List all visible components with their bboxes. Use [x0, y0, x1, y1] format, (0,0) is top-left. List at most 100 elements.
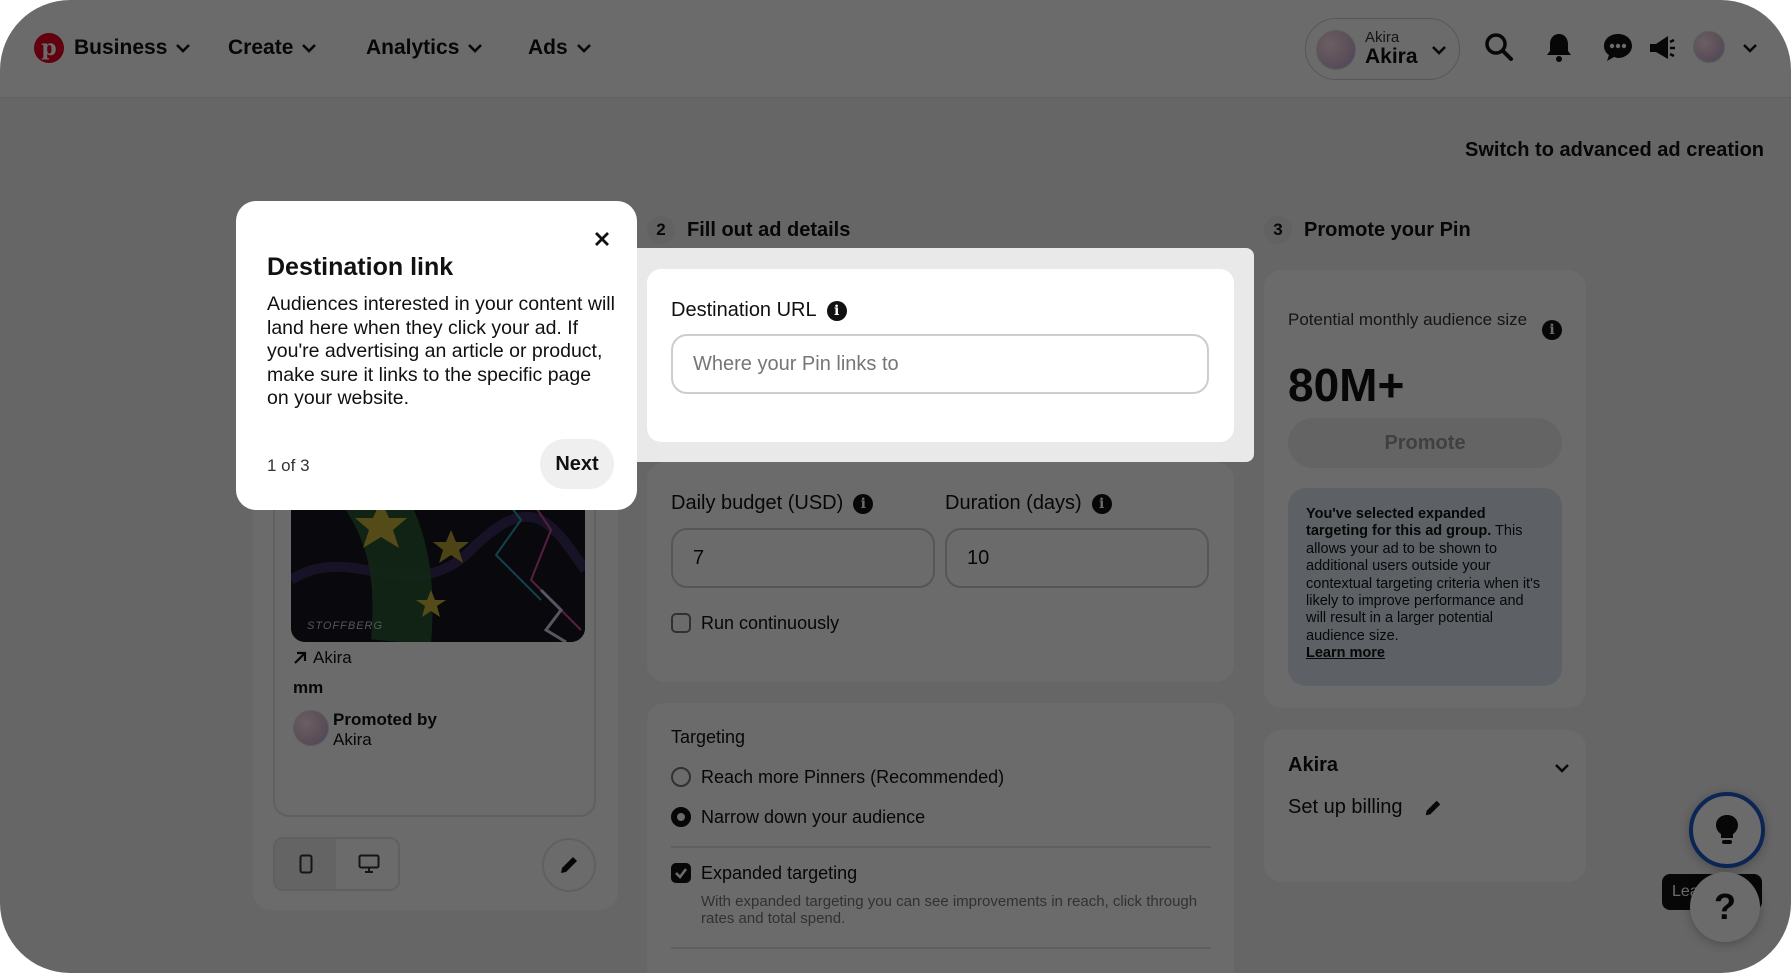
duration-input[interactable]: 10	[945, 528, 1209, 588]
chevron-down-icon	[302, 44, 317, 53]
account-name-small: Akira	[1365, 29, 1400, 46]
close-icon	[595, 232, 609, 246]
billing-account-name: Akira	[1288, 754, 1339, 776]
pinterest-logo-icon[interactable]: p	[34, 33, 64, 63]
run-continuously-checkbox[interactable]	[671, 613, 691, 633]
pencil-icon	[561, 857, 577, 873]
top-nav: p Business Create Analytics Ads Akira Ak…	[0, 0, 1791, 98]
next-button[interactable]: Next	[540, 439, 614, 489]
expanded-targeting-label: Expanded targeting	[701, 863, 858, 883]
run-continuously-label: Run continuously	[701, 613, 840, 633]
budget-card: Daily budget (USD) i 7 Duration (days) i…	[647, 462, 1234, 682]
avatar	[1316, 30, 1356, 70]
popover-step-counter: 1 of 3	[267, 456, 310, 475]
setup-billing-label: Set up billing	[1288, 796, 1403, 818]
expanded-targeting-help: With expanded targeting you can see impr…	[701, 893, 1198, 927]
targeting-card: Targeting Reach more Pinners (Recommende…	[647, 703, 1234, 973]
profile-avatar[interactable]	[1693, 31, 1725, 63]
pencil-icon	[1425, 800, 1440, 815]
info-icon[interactable]: i	[1542, 320, 1562, 340]
device-toggle	[273, 837, 400, 891]
setup-billing[interactable]: Set up billing	[1288, 796, 1443, 819]
notice-text: This allows your ad to be shown to addit…	[1306, 523, 1541, 644]
chevron-down-icon[interactable]	[1554, 760, 1570, 776]
bell-icon[interactable]	[1542, 30, 1576, 64]
step-title: Promote your Pin	[1304, 218, 1471, 241]
nav-business-menu[interactable]: Business	[74, 36, 191, 60]
info-icon[interactable]: i	[826, 300, 847, 321]
app-window: p Business Create Analytics Ads Akira Ak…	[0, 0, 1791, 973]
chevron-down-icon[interactable]	[1742, 40, 1758, 56]
budget-input[interactable]: 7	[671, 528, 935, 588]
info-icon[interactable]: i	[1091, 493, 1112, 514]
nav-ads-menu[interactable]: Ads	[528, 36, 592, 60]
audience-size-value: 80M+	[1288, 359, 1405, 411]
chevron-down-icon	[1432, 46, 1446, 55]
popover-title: Destination link	[267, 253, 454, 281]
tips-button[interactable]	[1689, 792, 1765, 868]
step-3-heading: 3 Promote your Pin	[1264, 216, 1471, 244]
account-switcher[interactable]: Akira Akira	[1305, 18, 1460, 80]
notice-bold: You've selected expanded targeting for t…	[1306, 506, 1492, 540]
reach-more-radio[interactable]	[671, 767, 691, 787]
edit-pin-button[interactable]	[542, 838, 596, 892]
audience-card: Potential monthly audience size i 80M+ P…	[1264, 270, 1586, 708]
step-number: 3	[1264, 216, 1292, 244]
budget-label-text: Daily budget (USD)	[671, 492, 844, 514]
destination-url-card: Destination URL i Where your Pin links t…	[647, 269, 1234, 442]
nav-ads-label: Ads	[528, 36, 568, 59]
step-title: Fill out ad details	[687, 218, 851, 241]
nav-analytics-menu[interactable]: Analytics	[366, 36, 483, 60]
popover-body: Audiences interested in your content wil…	[267, 293, 615, 410]
desktop-view-button[interactable]	[338, 839, 398, 889]
destination-url-input[interactable]: Where your Pin links to	[671, 334, 1209, 394]
desktop-icon	[358, 854, 379, 873]
expanded-targeting-notice: You've selected expanded targeting for t…	[1288, 488, 1562, 686]
promote-button[interactable]: Promote	[1288, 418, 1562, 468]
audience-size-label: Potential monthly audience size	[1288, 310, 1528, 329]
budget-label: Daily budget (USD) i	[671, 492, 874, 515]
mobile-view-button[interactable]	[275, 839, 336, 889]
divider	[671, 846, 1211, 848]
onboarding-popover: Destination link Audiences interested in…	[236, 201, 637, 510]
check-icon	[675, 868, 688, 879]
promoted-by-label: Promoted by	[333, 710, 437, 729]
phone-icon	[299, 854, 312, 874]
close-button[interactable]	[588, 225, 616, 253]
pin-destination-link[interactable]: Akira	[293, 648, 352, 668]
narrow-audience-radio[interactable]	[671, 807, 691, 827]
help-button[interactable]: ?	[1690, 872, 1760, 942]
divider	[671, 947, 1211, 949]
chevron-down-icon	[468, 44, 483, 53]
info-icon[interactable]: i	[853, 493, 874, 514]
destination-url-label: Destination URL i	[671, 299, 847, 322]
promoted-by: Promoted by Akira	[333, 710, 437, 750]
arrow-up-right-icon	[294, 651, 307, 664]
chevron-down-icon	[176, 44, 191, 53]
watermark: STOFFBERG	[307, 620, 384, 632]
narrow-audience-label: Narrow down your audience	[701, 807, 926, 827]
lightbulb-icon	[1716, 815, 1738, 844]
nav-create-label: Create	[228, 36, 294, 59]
pin-link-label: Akira	[313, 648, 352, 667]
learn-more-link[interactable]: Learn more	[1306, 645, 1385, 661]
destination-url-label-text: Destination URL	[671, 299, 817, 321]
account-name: Akira	[1365, 45, 1418, 68]
nav-analytics-label: Analytics	[366, 36, 460, 59]
search-icon[interactable]	[1482, 30, 1516, 64]
switch-advanced-button[interactable]: Switch to advanced ad creation	[1444, 132, 1764, 168]
duration-label-text: Duration (days)	[945, 492, 1082, 514]
step-2-heading: 2 Fill out ad details	[647, 216, 850, 244]
billing-card: Akira Set up billing	[1264, 730, 1586, 882]
avatar	[293, 710, 329, 746]
messages-icon[interactable]	[1601, 30, 1635, 64]
expanded-targeting-checkbox[interactable]	[671, 863, 691, 883]
chevron-down-icon	[576, 44, 591, 53]
megaphone-icon[interactable]	[1646, 30, 1680, 64]
nav-create-menu[interactable]: Create	[228, 36, 317, 60]
help-icon: ?	[1714, 886, 1736, 927]
pin-preview-card: STOFFBERG Akira mm Promoted by Akira	[253, 460, 618, 910]
pin-preview: STOFFBERG Akira mm Promoted by Akira	[273, 460, 596, 817]
targeting-title: Targeting	[671, 727, 746, 747]
nav-business-label: Business	[74, 36, 168, 59]
